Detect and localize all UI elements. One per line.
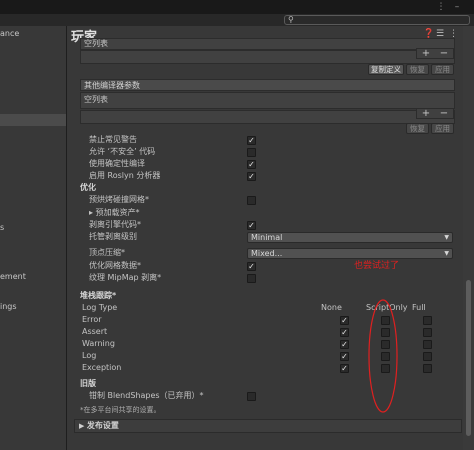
log-none-checkbox[interactable]: ✓ bbox=[340, 352, 349, 361]
remove-icon[interactable]: − bbox=[435, 109, 453, 119]
strip-engine-checkbox[interactable]: ✓ bbox=[247, 221, 256, 230]
menu-dots-icon[interactable]: ⋮ bbox=[434, 0, 448, 14]
optimize-mesh-checkbox[interactable]: ✓ bbox=[247, 262, 256, 271]
publish-settings-label: 发布设置 bbox=[86, 421, 119, 430]
sidebar-item[interactable]: s bbox=[0, 222, 66, 234]
roslyn-checkbox[interactable]: ✓ bbox=[247, 172, 256, 181]
sidebar-item-selected[interactable] bbox=[0, 114, 66, 126]
dropdown-value: Minimal bbox=[251, 233, 283, 242]
copy-defines-button[interactable]: 复制定义 bbox=[368, 64, 404, 75]
publish-settings-foldout[interactable]: ▶ 发布设置 bbox=[74, 419, 462, 433]
warning-scriptonly-checkbox[interactable] bbox=[381, 340, 390, 349]
column-scriptonly: ScriptOnly bbox=[366, 303, 408, 312]
search-input[interactable]: ⚲ bbox=[284, 15, 470, 25]
setting-label: 纹理 MipMap 剥离* bbox=[89, 273, 162, 282]
add-icon[interactable]: + bbox=[417, 109, 435, 119]
chevron-down-icon: ▼ bbox=[444, 234, 449, 241]
section-title-stack-trace: 堆栈跟踪* bbox=[80, 291, 117, 300]
warning-full-checkbox[interactable] bbox=[423, 340, 432, 349]
vertex-compression-dropdown[interactable]: Mixed... ▼ bbox=[247, 248, 453, 259]
exception-none-checkbox[interactable]: ✓ bbox=[340, 364, 349, 373]
deterministic-checkbox[interactable]: ✓ bbox=[247, 160, 256, 169]
exception-full-checkbox[interactable] bbox=[423, 364, 432, 373]
section-title-optimization: 优化 bbox=[80, 183, 96, 192]
search-row: ⚲ bbox=[0, 14, 474, 26]
log-row-label: Assert bbox=[82, 327, 108, 336]
assert-full-checkbox[interactable] bbox=[423, 328, 432, 337]
setting-label: 使用确定性编译 bbox=[89, 159, 145, 168]
assert-scriptonly-checkbox[interactable] bbox=[381, 328, 390, 337]
empty-list-label: 空列表 bbox=[84, 95, 108, 104]
preload-assets-foldout[interactable]: ▸ 预加载资产* bbox=[89, 207, 140, 219]
args-add-remove: + − bbox=[416, 108, 454, 119]
setting-label: 禁止常见警告 bbox=[89, 135, 137, 144]
setting-label: 优化网格数据* bbox=[89, 261, 141, 270]
column-none: None bbox=[321, 303, 342, 312]
chevron-down-icon: ▼ bbox=[444, 250, 449, 257]
setting-label: 剥离引擎代码* bbox=[89, 220, 141, 229]
error-none-checkbox[interactable]: ✓ bbox=[340, 316, 349, 325]
log-row-label: Warning bbox=[82, 339, 115, 348]
log-full-checkbox[interactable] bbox=[423, 352, 432, 361]
inspector-panel: 玩家 ❓ ☰ ⋮ 空列表 +− 复制定义 恢复 应用 其他编译器参数 空列表 +… bbox=[67, 26, 474, 450]
compiler-args-area bbox=[80, 110, 455, 124]
top-list-area bbox=[80, 50, 455, 64]
log-scriptonly-checkbox[interactable] bbox=[381, 352, 390, 361]
log-row-label: Error bbox=[82, 315, 102, 324]
empty-list-label: 空列表 bbox=[84, 39, 108, 48]
sidebar-item[interactable]: ement bbox=[0, 271, 66, 283]
log-row-label: Exception bbox=[82, 363, 122, 372]
settings-sidebar: ance s ement ings bbox=[0, 26, 67, 450]
setting-label: 钳制 BlendShapes（已弃用）* bbox=[89, 391, 204, 400]
sidebar-item[interactable]: ings bbox=[0, 301, 66, 313]
chevron-right-icon: ▶ bbox=[79, 422, 87, 430]
minimize-icon[interactable]: – bbox=[450, 0, 464, 14]
scrollbar-thumb[interactable] bbox=[466, 280, 471, 436]
log-row-label: Log bbox=[82, 351, 97, 360]
search-icon: ⚲ bbox=[288, 15, 294, 24]
annotation-text: 也尝试过了 bbox=[354, 261, 400, 271]
apply-button[interactable]: 应用 bbox=[431, 123, 454, 134]
setting-label: 启用 Roslyn 分析器 bbox=[89, 171, 161, 180]
column-full: Full bbox=[412, 303, 426, 312]
mipmap-strip-checkbox[interactable] bbox=[247, 274, 256, 283]
apply-button[interactable]: 应用 bbox=[431, 64, 454, 75]
warning-none-checkbox[interactable]: ✓ bbox=[340, 340, 349, 349]
suppress-warnings-checkbox[interactable]: ✓ bbox=[247, 136, 256, 145]
setting-label: 顶点压缩* bbox=[89, 248, 125, 257]
sidebar-item[interactable]: ance bbox=[0, 28, 66, 40]
section-title-legacy: 旧版 bbox=[80, 379, 96, 388]
setting-label: 允许 ‘不安全’ 代码 bbox=[89, 147, 156, 156]
setting-label: 预烘烤碰撞网格* bbox=[89, 195, 149, 204]
prebake-checkbox[interactable] bbox=[247, 196, 256, 205]
clamp-blendshapes-checkbox[interactable] bbox=[247, 392, 256, 401]
exception-scriptonly-checkbox[interactable] bbox=[381, 364, 390, 373]
assert-none-checkbox[interactable]: ✓ bbox=[340, 328, 349, 337]
compiler-args-header: 其他编译器参数 bbox=[80, 79, 455, 91]
error-full-checkbox[interactable] bbox=[423, 316, 432, 325]
shared-settings-note: *在多平台间共享的设置。 bbox=[80, 406, 161, 414]
log-type-label: Log Type bbox=[82, 303, 118, 312]
revert-button[interactable]: 恢复 bbox=[406, 64, 429, 75]
revert-button[interactable]: 恢复 bbox=[406, 123, 429, 134]
title-bar: ⋮ – bbox=[0, 0, 474, 14]
add-icon[interactable]: + bbox=[417, 49, 435, 59]
error-scriptonly-checkbox[interactable] bbox=[381, 316, 390, 325]
list-add-remove: + − bbox=[416, 48, 454, 59]
stripping-level-dropdown[interactable]: Minimal ▼ bbox=[247, 232, 453, 243]
setting-label: 托管剥离级别 bbox=[89, 232, 137, 241]
unsafe-code-checkbox[interactable] bbox=[247, 148, 256, 157]
dropdown-value: Mixed... bbox=[251, 249, 283, 258]
remove-icon[interactable]: − bbox=[435, 49, 453, 59]
